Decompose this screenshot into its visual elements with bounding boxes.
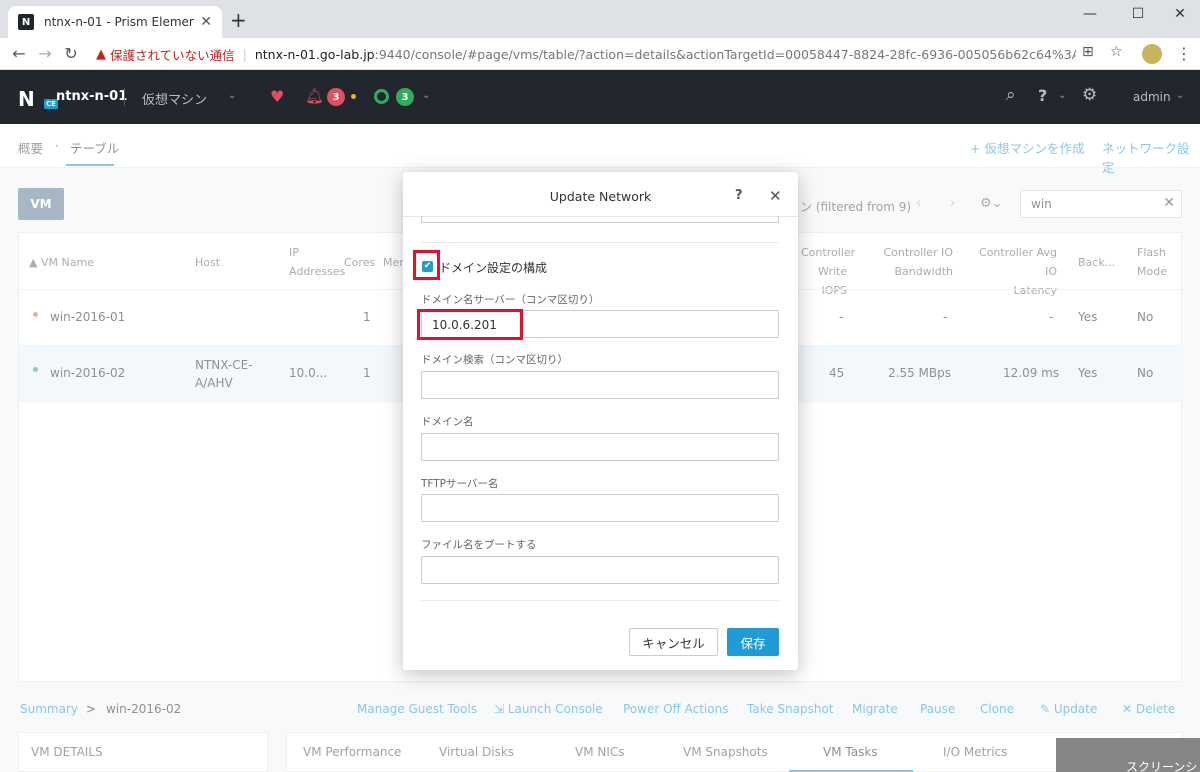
footer-divider xyxy=(421,600,779,601)
user-menu[interactable]: admin xyxy=(1133,90,1171,104)
maximize-button[interactable]: ☐ xyxy=(1118,4,1158,24)
translate-icon[interactable]: ⊞ xyxy=(1082,44,1094,60)
back-arrow-icon[interactable]: ← xyxy=(6,44,32,63)
nutanix-favicon-icon: N xyxy=(18,14,34,30)
window-close-button[interactable]: ✕ xyxy=(1160,4,1200,24)
boot-file-input[interactable] xyxy=(421,556,779,584)
chevron-down-icon[interactable]: ⌄ xyxy=(1176,90,1184,101)
tab-close-icon[interactable]: ✕ xyxy=(200,14,212,30)
scrolled-field[interactable] xyxy=(421,216,779,223)
domain-name-label: ドメイン名 xyxy=(421,416,474,428)
chevron-down-icon[interactable]: ⌄ xyxy=(1058,90,1066,101)
main-menu-dropdown[interactable]: 仮想マシン xyxy=(142,89,207,108)
task-ring-icon[interactable] xyxy=(374,89,389,104)
help-icon[interactable]: ? xyxy=(735,188,743,203)
search-icon[interactable]: ⌕ xyxy=(1006,85,1016,105)
cluster-name: ntnx-n-01 xyxy=(56,89,128,104)
alert-bell-icon[interactable]: 🔔︎ xyxy=(305,87,324,105)
url-host: ntnx-n-01.go-lab.jp xyxy=(254,46,375,62)
domain-search-input[interactable] xyxy=(421,371,779,399)
chevron-down-icon[interactable]: ⌄ xyxy=(422,90,430,101)
tftp-server-input[interactable] xyxy=(421,494,779,522)
minimize-button[interactable]: — xyxy=(1070,4,1110,24)
reload-icon[interactable]: ↻ xyxy=(58,44,84,63)
nav-divider xyxy=(124,88,125,106)
warning-dot-icon xyxy=(351,94,356,99)
new-tab-button[interactable]: + xyxy=(230,10,247,30)
checkbox-highlight xyxy=(413,250,440,280)
browser-tab[interactable]: N ntnx-n-01 - Prism Element ✕ xyxy=(8,6,222,38)
warning-triangle-icon: ▲ xyxy=(96,46,106,62)
prism-top-nav: N CE ntnx-n-01 仮想マシン ⌄ ♥ 🔔︎ 3 3 ⌄ ⌕ ? ⌄ ⚙… xyxy=(0,70,1200,124)
alert-count-badge[interactable]: 3 xyxy=(327,88,345,106)
url-path: :9440/console/#page/vms/table/?action=de… xyxy=(374,46,1076,62)
close-icon[interactable]: ✕ xyxy=(769,187,782,205)
health-heart-icon[interactable]: ♥ xyxy=(270,87,284,106)
domain-search-label: ドメイン検索（コンマ区切り） xyxy=(421,354,568,366)
url-omnibox[interactable]: ▲ 保護されていない通信 | ntnx-n-01.go-lab.jp:9440/… xyxy=(96,41,1076,67)
dns-highlight xyxy=(417,309,523,340)
forward-arrow-icon[interactable]: → xyxy=(32,44,58,63)
section-divider xyxy=(421,242,779,243)
cancel-button[interactable]: キャンセル xyxy=(629,628,718,656)
bookmark-star-icon[interactable]: ☆ xyxy=(1110,44,1123,60)
domain-config-label[interactable]: ドメイン設定の構成 xyxy=(439,259,547,276)
address-bar: ← → ↻ ▲ 保護されていない通信 | ntnx-n-01.go-lab.jp… xyxy=(0,38,1200,70)
browser-tabbar: N ntnx-n-01 - Prism Element ✕ + — ☐ ✕ xyxy=(0,0,1200,38)
tftp-server-label: TFTPサーバー名 xyxy=(421,478,499,490)
domain-name-input[interactable] xyxy=(421,433,779,461)
chevron-down-icon[interactable]: ⌄ xyxy=(228,90,236,101)
browser-menu-icon[interactable]: ⋮ xyxy=(1176,44,1192,63)
help-icon[interactable]: ? xyxy=(1038,86,1047,105)
task-count-badge[interactable]: 3 xyxy=(396,88,414,106)
save-button[interactable]: 保存 xyxy=(727,628,779,656)
gear-icon[interactable]: ⚙ xyxy=(1082,85,1097,105)
tab-title: ntnx-n-01 - Prism Element xyxy=(44,15,195,29)
profile-avatar[interactable] xyxy=(1142,44,1162,64)
nutanix-logo-icon[interactable]: N CE xyxy=(18,87,58,111)
url-separator: | xyxy=(242,46,247,62)
security-warning[interactable]: 保護されていない通信 xyxy=(110,45,235,64)
boot-file-label: ファイル名をブートする xyxy=(421,539,537,551)
update-network-dialog: Update Network ? ✕ ✔ ドメイン設定の構成 ドメイン名サーバー… xyxy=(403,172,798,670)
dns-label: ドメイン名サーバー（コンマ区切り） xyxy=(421,294,600,306)
